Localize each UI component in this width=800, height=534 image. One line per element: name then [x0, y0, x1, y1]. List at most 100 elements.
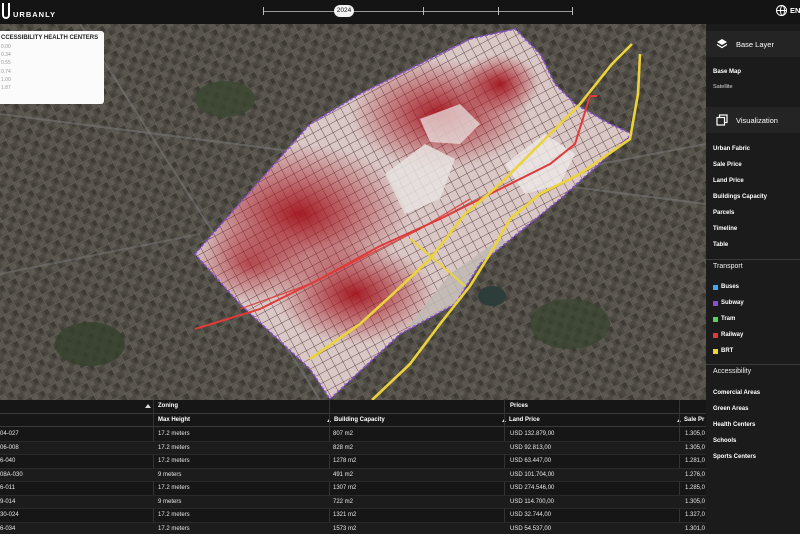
park-area	[530, 299, 610, 349]
railway-swatch	[713, 332, 718, 338]
visualization-header[interactable]: Visualization	[706, 107, 800, 133]
cell-max-height: 17.2 meters	[158, 525, 190, 532]
satellite-map[interactable]	[0, 24, 706, 400]
table-row[interactable]: 08A-030 9 meters 491 m2 USD 101.704,00 1.276…	[0, 468, 706, 482]
cell-land-price: USD 274.546,00	[510, 485, 555, 491]
transport-label: Tram	[721, 316, 736, 322]
table-row[interactable]: 06-008 17.2 meters 828 m2 USD 92.813,00 1.30…	[0, 441, 706, 455]
table-row[interactable]: 6-034 17.2 meters 1573 m2 USD 54.537,00 1.30…	[0, 522, 706, 534]
cell-max-height: 9 meters	[158, 498, 182, 505]
cell-capacity: 722 m2	[333, 498, 354, 505]
heat-zone	[460, 54, 540, 114]
buses-swatch	[713, 284, 718, 290]
access-sports-centers[interactable]: Sports Centers	[713, 454, 756, 460]
col-land-price[interactable]: Land Price	[502, 417, 540, 423]
tram-swatch	[713, 316, 718, 322]
group-zoning: Zoning	[158, 403, 178, 409]
cell-id: 06-008	[0, 444, 19, 451]
cell-sale-price: 1.301,0	[685, 525, 706, 532]
legend-value: 1.00	[1, 76, 11, 83]
viz-sale-price[interactable]: Sale Price	[713, 162, 742, 168]
cell-max-height: 17.2 meters	[158, 485, 190, 491]
table-row[interactable]: 6-040 17.2 meters 1278 m2 USD 63.447,00 1.28…	[0, 455, 706, 469]
group-prices: Prices	[510, 403, 529, 409]
base-layer-header[interactable]: Base Layer	[706, 31, 800, 57]
transport-label: Buses	[721, 284, 740, 290]
accessibility-group-title: Accessibility	[706, 364, 800, 375]
timeline-year-handle[interactable]: 2024	[334, 5, 354, 17]
timeline-slider-track[interactable]	[263, 11, 573, 12]
col-max-height[interactable]: Max Height	[158, 417, 190, 423]
subway-swatch	[713, 300, 718, 306]
legend-value: 0.34	[1, 52, 11, 59]
cell-land-price: USD 32.744,00	[510, 512, 552, 518]
timeline-tick	[498, 7, 499, 15]
copy-layers-icon	[716, 114, 728, 126]
park-area	[55, 322, 125, 366]
col-sale-price[interactable]: Sale Pr	[677, 417, 704, 423]
language-selector[interactable]: EN	[776, 5, 800, 16]
cell-max-height: 9 meters	[158, 471, 182, 478]
cell-sale-price: 1.305,0	[685, 431, 706, 437]
cell-capacity: 1278 m2	[333, 458, 357, 464]
visualization-title: Visualization	[736, 115, 778, 125]
viz-parcels[interactable]: Parcels	[713, 210, 734, 216]
cell-capacity: 1573 m2	[333, 525, 357, 532]
sort-up-icon[interactable]	[145, 404, 151, 408]
cell-id: 6-011	[0, 485, 15, 491]
table-row[interactable]: 6-011 17.2 meters 1307 m2 USD 274.546,00 1.2…	[0, 482, 706, 496]
cell-max-height: 17.2 meters	[158, 444, 190, 451]
transport-group-title: Transport	[706, 259, 800, 270]
base-map-satellite[interactable]: Satellite	[713, 84, 733, 90]
base-layer-title: Base Layer	[736, 39, 774, 49]
table-row[interactable]: 30-024 17.2 meters 1321 m2 USD 32.744,00 1.3…	[0, 509, 706, 523]
cell-sale-price: 1.281,0	[685, 458, 706, 464]
viz-timeline[interactable]: Timeline	[713, 226, 737, 232]
transport-tram[interactable]: Tram	[713, 316, 735, 322]
pond	[478, 286, 506, 306]
viz-table[interactable]: Table	[713, 242, 728, 248]
transport-buses[interactable]: Buses	[713, 284, 739, 290]
cell-sale-price: 1.327,0	[685, 512, 706, 518]
cell-land-price: USD 54.537,00	[510, 525, 552, 532]
legend-value: 1.87	[1, 85, 11, 92]
access-schools[interactable]: Schools	[713, 438, 736, 444]
cell-capacity: 807 m2	[333, 431, 354, 437]
cell-max-height: 17.2 meters	[158, 458, 190, 464]
cell-id: 30-024	[0, 512, 19, 518]
cell-capacity: 1321 m2	[333, 512, 357, 518]
cell-sale-price: 1.285,0	[685, 485, 706, 491]
access-health-centers[interactable]: Health Centers	[713, 422, 755, 428]
access-green-areas[interactable]: Green Areas	[713, 406, 748, 412]
col-label: Building Capacity	[334, 417, 385, 423]
transport-brt[interactable]: BRT	[713, 348, 733, 354]
cell-sale-price: 1.276,0	[685, 471, 706, 478]
legend-value: 0.74	[1, 68, 11, 75]
parcels-table: Zoning Prices Max Height Building Capaci…	[0, 400, 706, 534]
legend-scale: 0.00 0.34 0.55 0.74 1.00 1.87	[0, 43, 104, 92]
table-row[interactable]: 04-027 17.2 meters 807 m2 USD 132.879,00 1.3…	[0, 428, 706, 442]
transport-subway[interactable]: Subway	[713, 300, 744, 306]
layers-icon	[716, 39, 728, 49]
cell-capacity: 1307 m2	[333, 485, 357, 491]
col-label: Max Height	[158, 417, 191, 423]
viz-urban-fabric[interactable]: Urban Fabric	[713, 146, 750, 152]
cell-land-price: USD 92.813,00	[510, 444, 552, 451]
table-column-header: Max Height Building Capacity Land Price …	[0, 414, 706, 427]
cell-sale-price: 1.305,0	[685, 498, 706, 505]
cell-land-price: USD 101.704,00	[510, 471, 555, 478]
cell-id: 6-040	[0, 458, 16, 464]
col-building-capacity[interactable]: Building Capacity	[327, 417, 385, 423]
access-comercial-areas[interactable]: Comercial Areas	[713, 390, 760, 396]
cell-sale-price: 1.305,0	[685, 444, 706, 451]
cell-capacity: 828 m2	[333, 444, 354, 451]
viz-land-price[interactable]: Land Price	[713, 178, 744, 184]
layers-panel: Base Layer Base Map Satellite Visualizat…	[706, 24, 800, 534]
legend-title: CCESSIBILITY HEALTH CENTERS	[1, 35, 99, 41]
globe-icon	[776, 5, 787, 16]
transport-railway[interactable]: Railway	[713, 332, 743, 338]
col-label: Sale Pr	[684, 417, 705, 423]
viz-buildings-capacity[interactable]: Buildings Capacity	[713, 194, 767, 200]
table-row[interactable]: 9-014 9 meters 722 m2 USD 114.700,00 1.305,0…	[0, 495, 706, 509]
logo[interactable]: URBANLY	[0, 3, 56, 19]
